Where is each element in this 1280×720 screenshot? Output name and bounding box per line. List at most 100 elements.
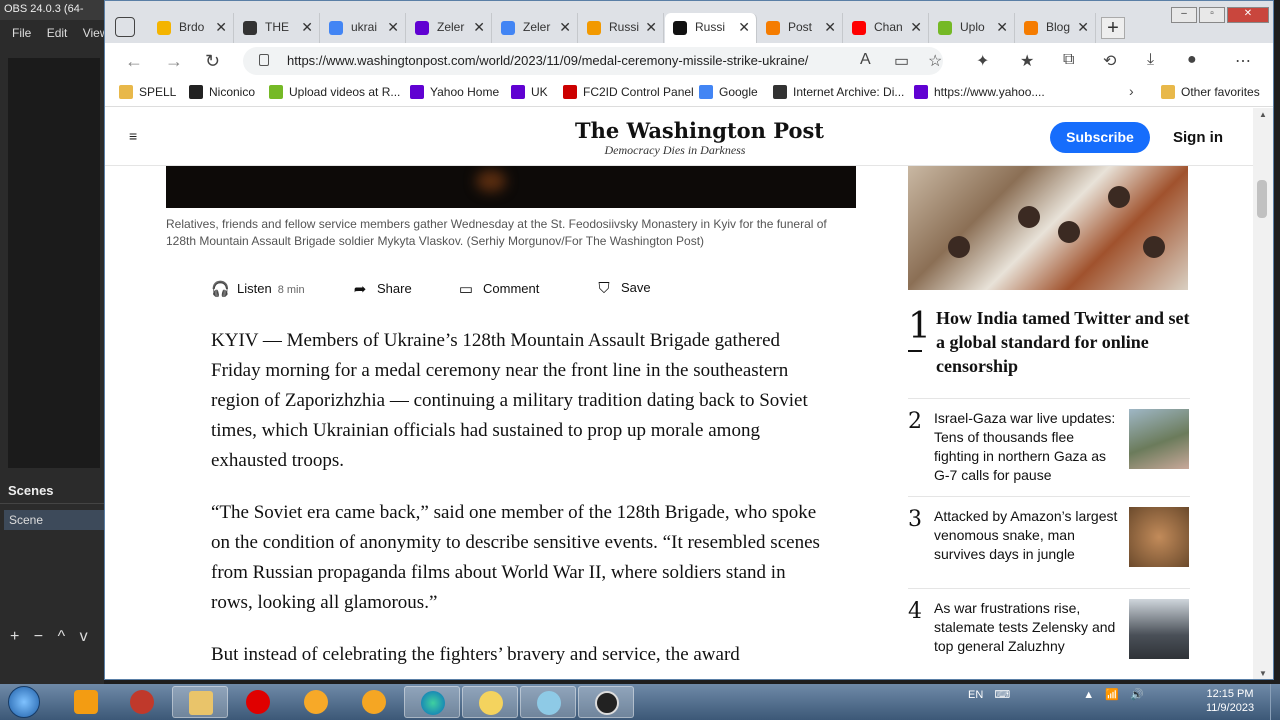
tab[interactable]: Russi ✕ <box>579 13 664 43</box>
remove-scene-button[interactable]: − <box>34 628 43 645</box>
comment-button[interactable]: ▭ Comment <box>457 280 539 298</box>
bookmark[interactable]: Upload videos at R... <box>269 85 400 99</box>
chevron-right-icon[interactable]: › <box>1129 83 1134 99</box>
keyboard-icon[interactable]: ⌨ <box>994 689 1010 701</box>
forward-icon[interactable]: → <box>165 51 183 72</box>
back-icon[interactable]: ← <box>125 51 143 72</box>
start-button[interactable] <box>8 686 40 718</box>
reader-view-icon[interactable]: ▭ <box>894 51 909 71</box>
tab[interactable]: Zeler ✕ <box>493 13 578 43</box>
add-scene-button[interactable]: + <box>10 628 19 645</box>
most-read-thumbnail[interactable] <box>1129 599 1189 659</box>
favorites-icon[interactable]: ★ <box>1020 51 1034 71</box>
history-icon[interactable]: ⟲ <box>1103 51 1116 71</box>
taskbar-app-explorer[interactable] <box>172 686 228 718</box>
taskbar-app-brave[interactable] <box>288 686 344 718</box>
bookmark[interactable]: https://www.yahoo.... <box>914 85 1045 99</box>
maximize-button[interactable]: ▫ <box>1199 7 1225 23</box>
show-hidden-icons-icon[interactable]: ▲ <box>1083 689 1094 701</box>
close-icon[interactable]: ✕ <box>1077 19 1089 36</box>
tab[interactable]: Brdo ✕ <box>149 13 234 43</box>
most-read-headline[interactable]: How India tamed Twitter and set a global… <box>936 306 1190 378</box>
extensions-icon[interactable]: ✦ <box>976 51 989 71</box>
bookmark-other-favorites[interactable]: Other favorites <box>1161 85 1260 99</box>
obs-menu-edit[interactable]: Edit <box>47 26 68 40</box>
scroll-thumb[interactable] <box>1257 180 1267 218</box>
close-icon[interactable]: ✕ <box>301 19 313 36</box>
site-logo[interactable]: The Washington Post <box>575 118 824 143</box>
read-aloud-icon[interactable]: A <box>860 51 871 69</box>
tab-active[interactable]: Russi ✕ <box>665 13 757 43</box>
taskbar-app-opera[interactable] <box>230 686 286 718</box>
show-desktop-button[interactable] <box>1270 684 1280 720</box>
most-read-item[interactable]: 2 Israel-Gaza war live updates: Tens of … <box>908 398 1190 496</box>
sections-menu-icon[interactable]: ≡ <box>129 128 147 144</box>
close-icon[interactable]: ✕ <box>559 19 571 36</box>
taskbar-app-yandex[interactable] <box>346 686 402 718</box>
tab[interactable]: Blog ✕ <box>1016 13 1096 43</box>
bookmark[interactable]: Internet Archive: Di... <box>773 85 904 99</box>
sign-in-link[interactable]: Sign in <box>1173 129 1223 146</box>
save-button[interactable]: ⛉ Save <box>595 280 650 297</box>
share-button[interactable]: ➦ Share <box>351 280 412 298</box>
taskbar-app-obs-studio[interactable] <box>578 686 634 718</box>
new-tab-button[interactable]: + <box>1101 17 1125 39</box>
most-read-headline[interactable]: Attacked by Amazon’s largest venomous sn… <box>934 507 1118 564</box>
most-read-item[interactable]: 3 Attacked by Amazon’s largest venomous … <box>908 496 1190 588</box>
window-close-button[interactable]: ✕ <box>1227 7 1269 23</box>
bookmark[interactable]: Google <box>699 85 758 99</box>
subscribe-button[interactable]: Subscribe <box>1050 122 1150 153</box>
tab[interactable]: Zeler ✕ <box>407 13 492 43</box>
language-indicator[interactable]: EN <box>968 689 983 701</box>
obs-scene-item[interactable]: Scene <box>4 510 104 530</box>
volume-icon[interactable]: 🔊 <box>1130 689 1144 701</box>
clock[interactable]: 12:15 PM 11/9/2023 <box>1198 687 1262 715</box>
bookmark[interactable]: Niconico <box>189 85 255 99</box>
lock-icon[interactable] <box>259 54 269 66</box>
close-icon[interactable]: ✕ <box>387 19 399 36</box>
downloads-icon[interactable]: ⤓ <box>1147 51 1154 69</box>
tab-actions-icon[interactable] <box>115 17 135 37</box>
close-icon[interactable]: ✕ <box>738 19 750 36</box>
taskbar-app-paint[interactable] <box>462 686 518 718</box>
listen-button[interactable]: 🎧 Listen 8 min <box>211 280 305 298</box>
tab[interactable]: ukrai ✕ <box>321 13 406 43</box>
scroll-up-icon[interactable]: ▲ <box>1259 110 1267 119</box>
close-icon[interactable]: ✕ <box>824 19 836 36</box>
bookmark[interactable]: UK <box>511 85 548 99</box>
tab[interactable]: Post ✕ <box>758 13 843 43</box>
more-icon[interactable]: ⋯ <box>1235 51 1251 71</box>
bookmark[interactable]: FC2ID Control Panel <box>563 85 694 99</box>
taskbar-app-media-player[interactable] <box>58 686 114 718</box>
taskbar-app-paint3d[interactable] <box>520 686 576 718</box>
close-icon[interactable]: ✕ <box>215 19 227 36</box>
bookmark[interactable]: SPELL <box>119 85 176 99</box>
move-up-button[interactable]: ^ <box>58 628 66 645</box>
refresh-icon[interactable]: ↻ <box>205 51 220 72</box>
taskbar-app-obs[interactable] <box>114 686 170 718</box>
scroll-down-icon[interactable]: ▼ <box>1259 669 1267 678</box>
address-bar[interactable]: https://www.washingtonpost.com/world/202… <box>243 47 943 75</box>
profile-icon[interactable]: ● <box>1187 51 1197 69</box>
move-down-button[interactable]: v <box>80 628 88 645</box>
close-icon[interactable]: ✕ <box>910 19 922 36</box>
most-read-headline[interactable]: Israel-Gaza war live updates: Tens of th… <box>934 409 1118 485</box>
taskbar-app-edge[interactable] <box>404 686 460 718</box>
most-read-image[interactable] <box>908 166 1188 290</box>
network-icon[interactable]: 📶 <box>1105 689 1119 701</box>
minimize-button[interactable]: – <box>1171 7 1197 23</box>
close-icon[interactable]: ✕ <box>473 19 485 36</box>
most-read-thumbnail[interactable] <box>1129 507 1189 567</box>
most-read-thumbnail[interactable] <box>1129 409 1189 469</box>
bookmark[interactable]: Yahoo Home <box>410 85 499 99</box>
close-icon[interactable]: ✕ <box>996 19 1008 36</box>
most-read-item[interactable]: 4 As war frustrations rise, stalemate te… <box>908 588 1190 678</box>
add-favorite-icon[interactable]: ☆ <box>928 51 942 71</box>
most-read-headline[interactable]: As war frustrations rise, stalemate test… <box>934 599 1118 656</box>
tab[interactable]: Uplo ✕ <box>930 13 1015 43</box>
page-scrollbar[interactable]: ▲ ▼ <box>1253 108 1273 679</box>
collections-icon[interactable]: ⧉ <box>1063 51 1074 69</box>
tab[interactable]: THE ✕ <box>235 13 320 43</box>
close-icon[interactable]: ✕ <box>645 19 657 36</box>
obs-menu-file[interactable]: File <box>12 26 31 40</box>
